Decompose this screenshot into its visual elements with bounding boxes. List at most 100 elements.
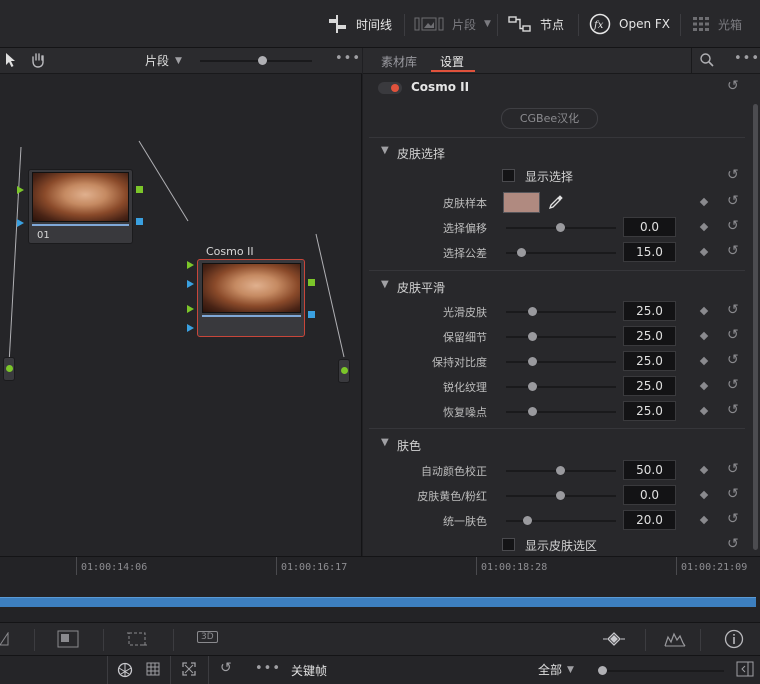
node-01[interactable]: 01 <box>28 169 133 244</box>
reset-icon[interactable]: ↺ <box>727 352 739 368</box>
timeline-toggle[interactable]: 时间线 <box>326 0 392 48</box>
node-02-input-green-2[interactable] <box>187 305 194 313</box>
slider-knob[interactable] <box>528 407 537 416</box>
node-graph-canvas[interactable]: 01 Cosmo II <box>0 74 361 556</box>
reset-icon[interactable]: ↺ <box>727 377 739 393</box>
slider-knob[interactable] <box>556 466 565 475</box>
param-value-field[interactable]: 0.0 <box>623 217 676 237</box>
param-slider[interactable] <box>506 516 616 525</box>
reset-icon[interactable]: ↺ <box>727 461 739 477</box>
param-value-field[interactable]: 15.0 <box>623 242 676 262</box>
history-icon[interactable]: ↺ <box>220 660 232 676</box>
slider-knob[interactable] <box>528 382 537 391</box>
param-value-field[interactable]: 0.0 <box>623 485 676 505</box>
skin-sample-swatch[interactable] <box>503 192 540 213</box>
more-options-icon[interactable]: ••• <box>255 661 281 676</box>
node-01-output-blue[interactable] <box>136 218 143 225</box>
param-value-field[interactable]: 25.0 <box>623 301 676 321</box>
section-skin-selection[interactable]: ▼ 皮肤选择 <box>363 141 753 165</box>
more-options-icon[interactable]: ••• <box>734 51 760 66</box>
node-01-output-green[interactable] <box>136 186 143 193</box>
param-value-field[interactable]: 50.0 <box>623 460 676 480</box>
param-value-field[interactable]: 25.0 <box>623 351 676 371</box>
keyframe-diamond[interactable] <box>699 306 709 316</box>
node-02-input-blue[interactable] <box>187 280 194 288</box>
slider-knob[interactable] <box>528 332 537 341</box>
node-02-input-green[interactable] <box>187 261 194 269</box>
node-02-output-green[interactable] <box>308 279 315 286</box>
slider-knob[interactable] <box>598 666 607 675</box>
show-selection-checkbox[interactable] <box>502 169 515 182</box>
show-skin-region-checkbox[interactable] <box>502 538 515 551</box>
reset-icon[interactable]: ↺ <box>727 243 739 259</box>
section-skin-tone[interactable]: ▼ 肤色 <box>363 433 753 457</box>
node-01-input-green[interactable] <box>17 186 24 194</box>
param-slider[interactable] <box>506 491 616 500</box>
slider-knob[interactable] <box>528 307 537 316</box>
reset-all-icon[interactable]: ↺ <box>727 78 739 94</box>
param-value-field[interactable]: 25.0 <box>623 376 676 396</box>
keyframe-diamond[interactable] <box>699 197 709 207</box>
node-02-input-blue-2[interactable] <box>187 324 194 332</box>
param-slider[interactable] <box>506 332 616 341</box>
reset-icon[interactable]: ↺ <box>727 193 739 209</box>
hand-tool-icon[interactable] <box>30 52 46 68</box>
param-value-field[interactable]: 25.0 <box>623 326 676 346</box>
input-source-port[interactable] <box>3 357 15 381</box>
reset-icon[interactable]: ↺ <box>727 536 739 552</box>
reset-icon[interactable]: ↺ <box>727 327 739 343</box>
node-02-output-blue[interactable] <box>308 311 315 318</box>
3d-icon[interactable]: 3D <box>197 631 218 643</box>
mini-timeline[interactable]: 01:00:14:06 01:00:16:17 01:00:18:28 01:0… <box>0 556 760 622</box>
reset-icon[interactable]: ↺ <box>727 218 739 234</box>
keyframe-diamond[interactable] <box>699 247 709 257</box>
clip-mode-dropdown[interactable]: 片段 ▼ <box>145 52 182 69</box>
search-icon[interactable] <box>700 53 714 67</box>
triangle-icon[interactable] <box>0 632 10 646</box>
slider-knob[interactable] <box>517 248 526 257</box>
inspector-scrollbar[interactable] <box>753 104 758 550</box>
openfx-toggle[interactable]: fx Open FX <box>589 0 670 48</box>
reset-icon[interactable]: ↺ <box>727 402 739 418</box>
keyframes-diamond-icon[interactable] <box>602 631 626 647</box>
section-skin-smoothing[interactable]: ▼ 皮肤平滑 <box>363 275 753 299</box>
keyframe-diamond[interactable] <box>699 465 709 475</box>
aperture-icon[interactable] <box>117 662 133 678</box>
eyedropper-icon[interactable] <box>548 194 564 210</box>
transform-icon[interactable] <box>126 630 148 648</box>
param-slider[interactable] <box>506 382 616 391</box>
keyframe-diamond[interactable] <box>699 515 709 525</box>
node-cosmo-ii[interactable] <box>197 259 305 337</box>
slider-knob[interactable] <box>523 516 532 525</box>
collapse-panel-icon[interactable] <box>736 661 754 677</box>
param-slider[interactable] <box>506 307 616 316</box>
param-slider[interactable] <box>506 248 616 257</box>
timeline-track-clip[interactable] <box>0 597 756 607</box>
param-value-field[interactable]: 25.0 <box>623 401 676 421</box>
slider-knob[interactable] <box>556 223 565 232</box>
reset-icon[interactable]: ↺ <box>727 302 739 318</box>
param-value-field[interactable]: 20.0 <box>623 510 676 530</box>
reset-icon[interactable]: ↺ <box>727 167 739 183</box>
lightbox-toggle[interactable]: 光箱 <box>692 0 742 48</box>
effect-enable-toggle[interactable] <box>378 82 402 94</box>
node-01-input-blue[interactable] <box>17 219 24 227</box>
fit-expand-icon[interactable] <box>182 662 196 676</box>
param-slider[interactable] <box>506 223 616 232</box>
reset-icon[interactable]: ↺ <box>727 511 739 527</box>
param-slider[interactable] <box>506 357 616 366</box>
info-icon[interactable] <box>724 629 744 649</box>
keyframe-zoom-slider[interactable] <box>598 666 724 675</box>
output-port[interactable] <box>338 359 350 383</box>
slider-knob[interactable] <box>556 491 565 500</box>
keyframe-diamond[interactable] <box>699 222 709 232</box>
keyframe-diamond[interactable] <box>699 381 709 391</box>
pointer-tool-icon[interactable] <box>5 52 17 68</box>
keyframe-diamond[interactable] <box>699 356 709 366</box>
tab-library[interactable]: 素材库 <box>381 53 417 70</box>
nodes-toggle[interactable]: 节点 <box>508 0 564 48</box>
zoom-slider[interactable] <box>200 56 312 65</box>
zoom-slider-knob[interactable] <box>258 56 267 65</box>
slider-knob[interactable] <box>528 357 537 366</box>
keyframe-diamond[interactable] <box>699 490 709 500</box>
